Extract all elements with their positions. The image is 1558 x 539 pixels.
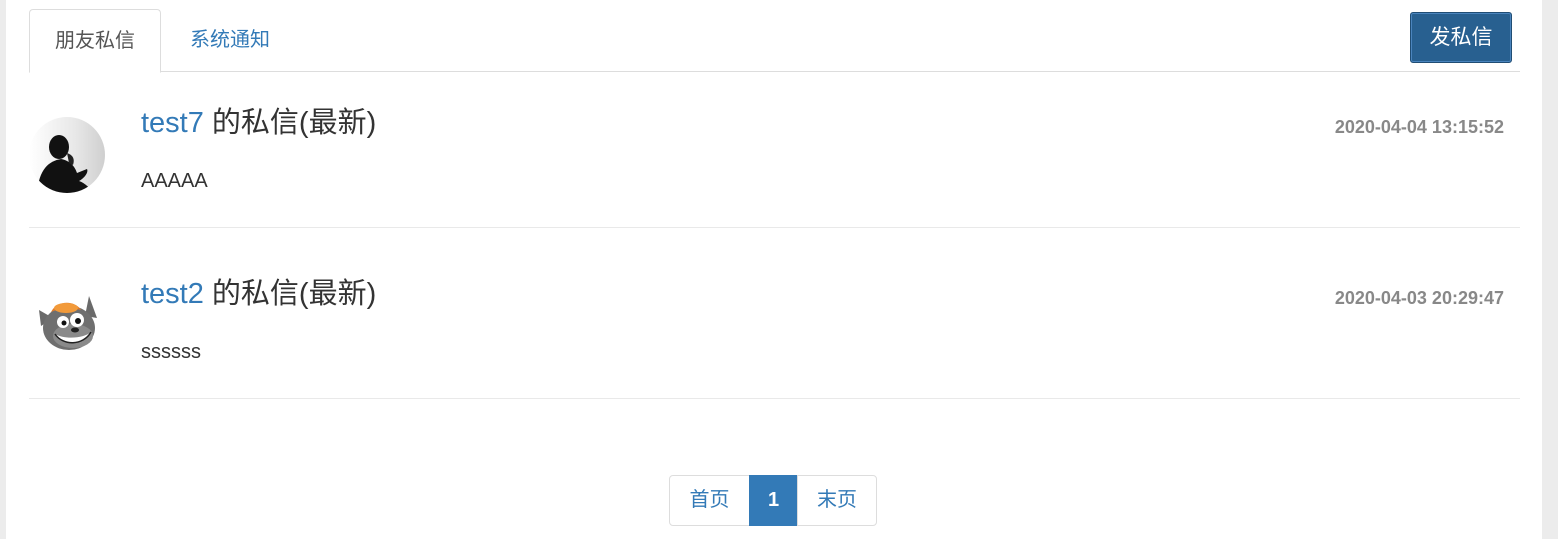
sender-link[interactable]: test2: [141, 278, 204, 310]
sender-link[interactable]: test7: [141, 107, 204, 139]
current-page-button[interactable]: 1: [749, 475, 798, 526]
message-preview: ssssss: [141, 341, 201, 363]
pagination: 首页 1 末页: [669, 475, 877, 526]
left-gutter: [0, 0, 6, 539]
avatar[interactable]: [29, 117, 105, 193]
scrollbar-track[interactable]: [1542, 0, 1558, 539]
page: 朋友私信 系统通知 发私信 test7 的私信(最新) 2020-04-04 1…: [0, 0, 1558, 539]
message-title: test2 的私信(最新): [141, 276, 376, 312]
message-item[interactable]: test2 的私信(最新) 2020-04-03 20:29:47 ssssss: [29, 228, 1520, 399]
silhouette-avatar-icon: [29, 117, 105, 193]
message-timestamp: 2020-04-03 20:29:47: [1334, 288, 1504, 308]
message-title: test7 的私信(最新): [141, 105, 376, 141]
title-suffix: 的私信(最新): [203, 278, 377, 310]
message-preview: AAAAA: [141, 170, 208, 192]
avatar[interactable]: [29, 286, 105, 362]
first-page-button[interactable]: 首页: [669, 475, 750, 526]
last-page-button[interactable]: 末页: [797, 475, 877, 526]
title-suffix: 的私信(最新): [203, 107, 377, 139]
message-timestamp: 2020-04-04 13:15:52: [1334, 117, 1504, 137]
message-item[interactable]: test7 的私信(最新) 2020-04-04 13:15:52 AAAAA: [29, 57, 1520, 228]
send-message-button[interactable]: 发私信: [1410, 12, 1512, 63]
cartoon-wolf-avatar-icon: [29, 286, 105, 362]
